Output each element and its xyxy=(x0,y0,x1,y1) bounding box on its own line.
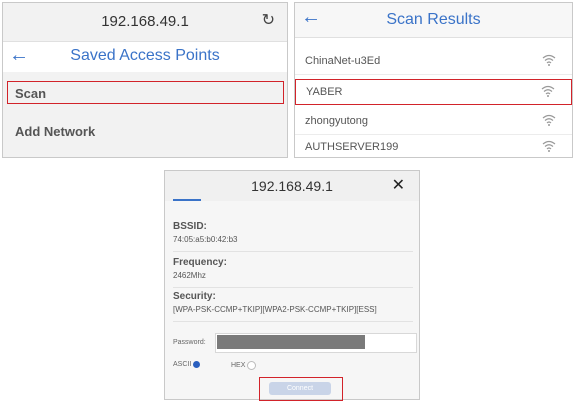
address-url: 192.168.49.1 xyxy=(251,178,333,194)
page-header: ← Scan Results xyxy=(295,3,572,38)
add-network-label: Add Network xyxy=(15,124,96,139)
bssid-value: 74:05:a5:b0:42:b3 xyxy=(173,235,238,244)
network-item[interactable]: zhongyutong xyxy=(295,109,572,135)
network-name: YABER xyxy=(306,86,343,98)
radio-selected-icon xyxy=(193,361,201,368)
bssid-field: BSSID: 74:05:a5:b0:42:b3 xyxy=(173,221,413,252)
network-item[interactable]: ChinaNet-u3Ed xyxy=(295,49,572,75)
ascii-radio[interactable]: ASCII xyxy=(173,361,201,368)
scan-results-panel: ← Scan Results ChinaNet-u3Ed YABER zhong… xyxy=(294,2,573,158)
close-icon[interactable]: ✕ xyxy=(392,175,405,195)
page-title: Scan Results xyxy=(386,11,481,28)
frequency-field: Frequency: 2462Mhz xyxy=(173,257,413,288)
network-item[interactable]: AUTHSERVER199 xyxy=(295,135,572,161)
security-value: [WPA-PSK-CCMP+TKIP][WPA2-PSK-CCMP+TKIP][… xyxy=(173,305,377,314)
network-name: zhongyutong xyxy=(305,115,368,127)
scan-label: Scan xyxy=(15,86,47,101)
bssid-label: BSSID: xyxy=(173,221,207,232)
network-name: AUTHSERVER199 xyxy=(305,141,399,153)
connect-panel: 192.168.49.1 ✕ BSSID: 74:05:a5:b0:42:b3 … xyxy=(164,170,420,401)
page-header: ← Saved Access Points xyxy=(3,41,287,72)
page-title: Saved Access Points xyxy=(70,47,220,64)
address-bar[interactable]: 192.168.49.1 ↻ xyxy=(3,3,287,39)
saved-access-points-panel: 192.168.49.1 ↻ ← Saved Access Points Sca… xyxy=(2,2,288,158)
ascii-label: ASCII xyxy=(173,361,192,368)
frequency-value: 2462Mhz xyxy=(173,271,206,280)
security-field: Security: [WPA-PSK-CCMP+TKIP][WPA2-PSK-C… xyxy=(173,291,413,322)
wifi-icon xyxy=(542,54,556,66)
password-input[interactable] xyxy=(217,335,365,349)
frequency-label: Frequency: xyxy=(173,257,227,268)
tab-indicator xyxy=(173,199,201,201)
wifi-icon xyxy=(542,114,556,126)
network-item-selected[interactable]: YABER xyxy=(295,79,572,105)
address-bar[interactable]: 192.168.49.1 ✕ xyxy=(165,171,419,201)
hex-label: HEX xyxy=(231,362,246,369)
security-label: Security: xyxy=(173,291,216,302)
scan-item[interactable]: Scan xyxy=(3,81,287,105)
password-label: Password: xyxy=(173,339,206,346)
wifi-icon xyxy=(542,140,556,152)
network-name: ChinaNet-u3Ed xyxy=(305,55,381,67)
radio-unselected-icon xyxy=(247,361,257,370)
address-url: 192.168.49.1 xyxy=(101,12,189,30)
hex-radio[interactable]: HEX xyxy=(231,361,257,370)
add-network-item[interactable]: Add Network xyxy=(3,119,287,143)
highlight-box xyxy=(7,81,284,104)
connect-button[interactable]: Connect xyxy=(269,382,331,395)
wifi-icon xyxy=(541,85,555,97)
reload-icon[interactable]: ↻ xyxy=(262,10,275,30)
